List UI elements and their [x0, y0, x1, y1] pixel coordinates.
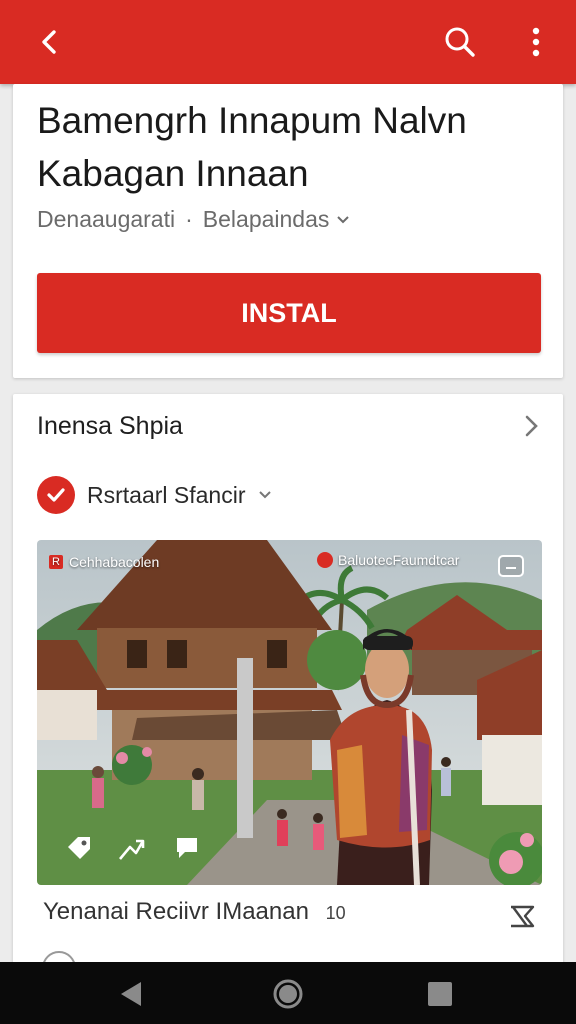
review-row: Yenanai Reciivr IMaanan 10 [43, 898, 346, 926]
search-icon [445, 27, 475, 57]
check-circle-icon [37, 476, 75, 514]
section-title: Inensa Shpia [37, 412, 183, 440]
chevron-down-icon [337, 215, 350, 223]
install-button[interactable]: INSTAL [37, 273, 541, 353]
review-count: 10 [325, 903, 346, 923]
nav-recents-icon [428, 982, 452, 1006]
nav-back-button[interactable] [112, 976, 152, 1012]
tag-icon[interactable] [63, 832, 95, 864]
nav-back-icon [121, 982, 141, 1006]
tag-text: Cehhabacolen [68, 554, 160, 570]
screenshot-image [37, 540, 542, 885]
more-options-button[interactable] [512, 18, 560, 66]
meta-separator: · [185, 206, 193, 232]
back-arrow-icon [42, 30, 56, 54]
chevron-down-icon [259, 491, 272, 499]
system-nav-bar [0, 962, 576, 1024]
chevron-right-icon [525, 415, 538, 437]
filter-dropdown[interactable]: Rsrtaarl Sfancir [37, 476, 273, 514]
app-header-card: Bamengrh Innapum Nalvn Kabagan Innaan De… [13, 84, 563, 378]
screenshot-tag: R Cehhabacolen [49, 554, 159, 570]
flag-icon [511, 905, 535, 928]
brand-text: BaluotecFaumdtcar [338, 552, 460, 568]
tag-badge: R [49, 555, 63, 569]
back-button[interactable] [26, 18, 74, 66]
category-link[interactable]: Belapaindas [203, 206, 330, 233]
top-app-bar [0, 0, 576, 84]
app-meta: Denaaugarati · Belapaindas [37, 206, 351, 233]
section-more-button[interactable] [519, 412, 543, 440]
nav-recents-button[interactable] [420, 976, 460, 1012]
app-title: Bamengrh Innapum Nalvn Kabagan Innaan [37, 100, 467, 194]
filter-label: Rsrtaarl Sfancir [87, 481, 246, 508]
review-title: Yenanai Reciivr IMaanan [43, 898, 309, 925]
screenshot-brand: BaluotecFaumdtcar [317, 552, 459, 568]
share-icon[interactable] [115, 832, 147, 864]
brand-logo-icon [317, 552, 333, 568]
flag-button[interactable] [507, 902, 537, 932]
nav-home-icon [273, 979, 303, 1009]
caption-icon[interactable] [495, 550, 527, 582]
nav-home-button[interactable] [268, 976, 308, 1012]
screenshots-card: Inensa Shpia Rsrtaarl Sfancir R Cehhabac… [13, 394, 563, 974]
search-button[interactable] [436, 18, 484, 66]
more-vert-icon [532, 27, 540, 57]
developer-link[interactable]: Denaaugarati [37, 206, 175, 233]
message-icon[interactable] [171, 832, 203, 864]
app-screenshot[interactable]: R Cehhabacolen BaluotecFaumdtcar [37, 540, 542, 885]
